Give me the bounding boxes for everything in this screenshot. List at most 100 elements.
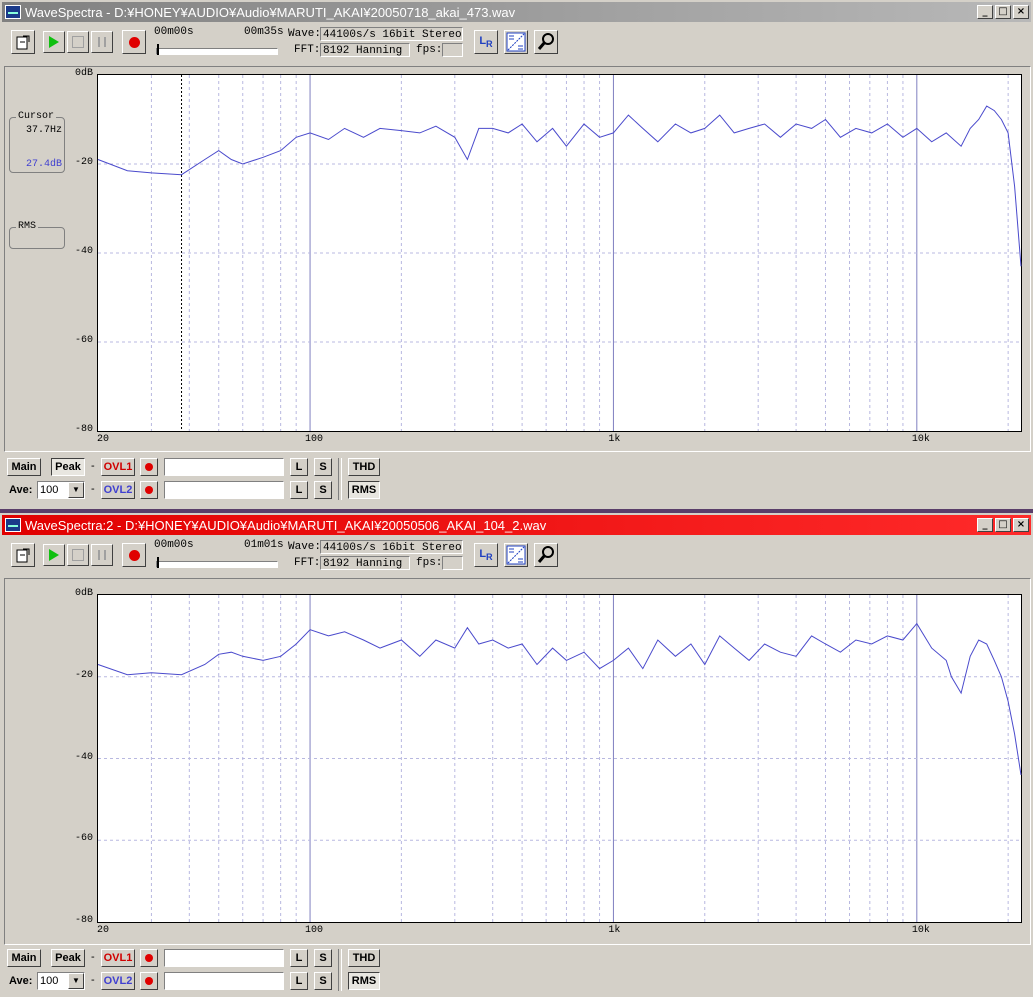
- ovl2-name-field[interactable]: [164, 481, 284, 499]
- cursor-group: Cursor 37.7Hz 27.4dB: [9, 111, 65, 173]
- y-tick-label: -60: [74, 833, 93, 845]
- title-bar[interactable]: WaveSpectra:2 - D:¥HONEY¥AUDIO¥Audio¥MAR…: [2, 515, 1031, 535]
- position-slider[interactable]: [156, 44, 278, 55]
- maximize-button[interactable]: □: [995, 518, 1011, 532]
- spectrum-line: [97, 105, 1022, 267]
- close-button[interactable]: ×: [1013, 518, 1029, 532]
- fft-label: FFT:: [294, 557, 321, 569]
- rms-button[interactable]: RMS: [348, 481, 380, 499]
- open-file-icon: [16, 548, 30, 563]
- chevron-down-icon[interactable]: ▼: [68, 482, 84, 498]
- wave-label: Wave:: [288, 541, 322, 553]
- dash-1: -: [91, 460, 95, 472]
- ovl1-l-button[interactable]: L: [290, 949, 308, 967]
- wrench-icon: [537, 546, 554, 563]
- lr-button[interactable]: LR: [474, 30, 498, 54]
- lr-button[interactable]: LR: [474, 543, 498, 567]
- cursor-title: Cursor: [16, 111, 57, 122]
- play-button[interactable]: [43, 31, 65, 53]
- minimize-button[interactable]: _: [977, 518, 993, 532]
- separator: [338, 458, 342, 500]
- thd-button[interactable]: THD: [348, 458, 380, 476]
- minimize-button[interactable]: _: [977, 5, 993, 19]
- thd-button[interactable]: THD: [348, 949, 380, 967]
- chevron-down-icon[interactable]: ▼: [68, 973, 84, 989]
- ovl2-name-field[interactable]: [164, 972, 284, 990]
- ovl2-s-button[interactable]: S: [314, 972, 332, 990]
- toolbar: 00m00s 00m35s Wave: 44100s/s 16bit Stere…: [2, 24, 1031, 62]
- main-button[interactable]: Main: [7, 458, 41, 476]
- y-tick-label: 0dB: [74, 588, 93, 599]
- spectrum-panel: 0dB -20 -40 -60 -80 20 100 1k 10k: [4, 578, 1031, 945]
- record-icon: [145, 977, 153, 985]
- pause-button[interactable]: [91, 31, 113, 53]
- ovl2-record-button[interactable]: [140, 972, 158, 990]
- ave-label: Ave:: [9, 975, 33, 987]
- pause-icon: [98, 37, 106, 47]
- y-tick-label: 0dB: [74, 68, 93, 79]
- ovl1-s-button[interactable]: S: [314, 949, 332, 967]
- ovl2-l-button[interactable]: L: [290, 972, 308, 990]
- settings-button[interactable]: [534, 543, 558, 567]
- spectrum-plot[interactable]: [97, 594, 1022, 923]
- peak-button[interactable]: Peak: [51, 949, 85, 967]
- y-tick-label: -40: [74, 751, 93, 763]
- ave-select[interactable]: 100 ▼: [37, 481, 85, 499]
- maximize-button[interactable]: □: [995, 5, 1011, 19]
- wavespectra-window-2: WaveSpectra:2 - D:¥HONEY¥AUDIO¥Audio¥MAR…: [0, 513, 1033, 997]
- stop-button[interactable]: [67, 544, 89, 566]
- ovl1-name-field[interactable]: [164, 458, 284, 476]
- cursor-level: 27.4dB: [25, 159, 62, 170]
- record-button[interactable]: [122, 543, 146, 567]
- app-icon[interactable]: [5, 518, 21, 532]
- ovl2-button[interactable]: OVL2: [101, 481, 135, 499]
- pause-button[interactable]: [91, 544, 113, 566]
- title-bar[interactable]: WaveSpectra - D:¥HONEY¥AUDIO¥Audio¥MARUT…: [2, 2, 1031, 22]
- spectrum-svg: [97, 75, 1022, 431]
- record-icon: [128, 36, 140, 48]
- ovl1-record-button[interactable]: [140, 458, 158, 476]
- wave-format: 44100s/s 16bit Stereo: [320, 27, 463, 41]
- open-file-button[interactable]: [11, 30, 35, 54]
- ovl1-button[interactable]: OVL1: [101, 949, 135, 967]
- close-button[interactable]: ×: [1013, 5, 1029, 19]
- ave-select[interactable]: 100 ▼: [37, 972, 85, 990]
- wave-format: 44100s/s 16bit Stereo: [320, 540, 463, 554]
- ovl1-button[interactable]: OVL1: [101, 458, 135, 476]
- play-icon: [49, 36, 59, 48]
- ovl2-l-button[interactable]: L: [290, 481, 308, 499]
- play-button[interactable]: [43, 544, 65, 566]
- position-slider[interactable]: [156, 557, 278, 568]
- rms-title: RMS: [16, 221, 39, 232]
- ovl1-record-button[interactable]: [140, 949, 158, 967]
- open-file-button[interactable]: [11, 543, 35, 567]
- slider-thumb[interactable]: [157, 557, 159, 568]
- app-icon[interactable]: [5, 5, 21, 19]
- dash-1: -: [91, 951, 95, 963]
- hz-db-button[interactable]: [504, 543, 528, 567]
- time-start: 00m00s: [154, 539, 194, 551]
- y-tick-label: -80: [74, 915, 93, 926]
- y-tick-label: -20: [74, 669, 93, 681]
- spectrum-plot[interactable]: [97, 74, 1022, 432]
- rms-button[interactable]: RMS: [348, 972, 380, 990]
- pause-icon: [98, 550, 106, 560]
- stop-button[interactable]: [67, 31, 89, 53]
- main-button[interactable]: Main: [7, 949, 41, 967]
- window-title: WaveSpectra:2 - D:¥HONEY¥AUDIO¥Audio¥MAR…: [25, 517, 547, 533]
- slider-thumb[interactable]: [157, 44, 159, 55]
- ovl2-record-button[interactable]: [140, 481, 158, 499]
- lr-icon: LR: [479, 547, 493, 563]
- hz-db-button[interactable]: [504, 30, 528, 54]
- ovl1-s-button[interactable]: S: [314, 458, 332, 476]
- peak-button[interactable]: Peak: [51, 458, 85, 476]
- ovl2-s-button[interactable]: S: [314, 481, 332, 499]
- ovl1-l-button[interactable]: L: [290, 458, 308, 476]
- ovl1-name-field[interactable]: [164, 949, 284, 967]
- settings-button[interactable]: [534, 30, 558, 54]
- y-tick-label: -20: [74, 157, 93, 168]
- y-tick-label: -80: [74, 424, 93, 435]
- record-icon: [145, 954, 153, 962]
- record-button[interactable]: [122, 30, 146, 54]
- ovl2-button[interactable]: OVL2: [101, 972, 135, 990]
